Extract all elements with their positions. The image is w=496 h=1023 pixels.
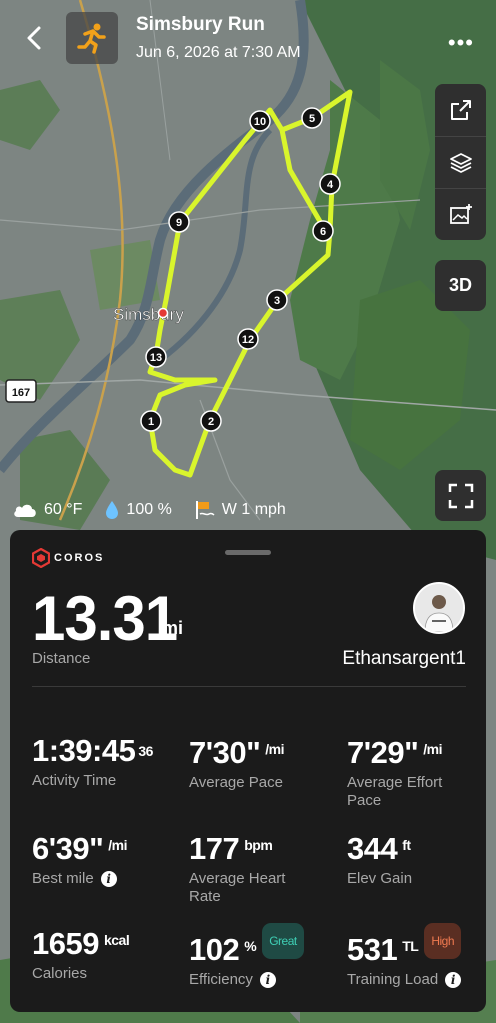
efficiency-badge: Great	[262, 923, 304, 959]
svg-text:12: 12	[242, 334, 254, 346]
svg-text:6: 6	[320, 226, 326, 238]
coros-logo-icon	[32, 548, 50, 568]
town-dot	[157, 307, 169, 319]
temperature: 60 °F	[44, 501, 83, 518]
route-167-shield: 167	[5, 379, 37, 403]
drag-handle[interactable]	[225, 550, 271, 555]
info-icon[interactable]: i	[445, 972, 462, 988]
stat-average-effort-pace: 7'29"/mi Average Effort Pace	[347, 735, 443, 810]
svg-text:5: 5	[309, 113, 315, 125]
humidity-icon	[106, 501, 119, 519]
svg-text:167: 167	[12, 387, 30, 399]
svg-text:10: 10	[254, 116, 266, 128]
marker-6: 6	[312, 220, 334, 242]
distance-unit: mi	[162, 618, 184, 638]
town-label: Simsbury	[113, 305, 184, 324]
image-add-icon	[449, 204, 472, 224]
username[interactable]: Ethansargent1	[342, 648, 466, 670]
chevron-left-icon	[27, 26, 41, 50]
add-photo-button[interactable]	[435, 188, 486, 241]
wind: W 1 mph	[221, 501, 286, 518]
marker-5: 5	[301, 107, 323, 129]
marker-9: 9	[168, 211, 190, 233]
fullscreen-icon	[448, 483, 473, 508]
more-options-button[interactable]: •••	[448, 30, 474, 56]
svg-text:2: 2	[208, 416, 214, 428]
stat-efficiency: 102% Great Efficiency i	[189, 923, 339, 989]
info-icon[interactable]: i	[100, 871, 117, 887]
marker-12: 12	[237, 328, 259, 350]
marker-2: 2	[200, 410, 222, 432]
svg-text:13: 13	[150, 352, 162, 364]
distance-label: Distance	[32, 650, 91, 667]
activity-datetime: Jun 6, 2026 at 7:30 AM	[136, 44, 301, 61]
share-icon	[450, 100, 471, 120]
stat-training-load: 531 TL High Training Load i	[347, 923, 482, 989]
3d-view-button[interactable]: 3D	[435, 260, 486, 311]
svg-text:1: 1	[148, 416, 154, 428]
training-load-badge: High	[424, 923, 462, 959]
user-photo	[415, 584, 463, 632]
divider	[32, 686, 466, 687]
svg-text:4: 4	[327, 179, 334, 191]
back-button[interactable]	[24, 24, 48, 52]
map-toolbar	[435, 84, 486, 240]
stat-average-heart-rate: 177 bpm Average Heart Rate	[189, 831, 286, 906]
svg-text:9: 9	[176, 217, 182, 229]
cloud-icon	[14, 504, 36, 517]
avatar[interactable]	[413, 582, 465, 634]
fullscreen-button[interactable]	[435, 470, 486, 521]
marker-3: 3	[266, 289, 288, 311]
marker-1: 1	[140, 410, 162, 432]
header: Simsbury Run Jun 6, 2026 at 7:30 AM •••	[0, 0, 496, 80]
run-activity-icon	[66, 12, 118, 64]
weather-bar: 60 °F 100 % W 1 mph	[12, 498, 308, 522]
stat-average-pace: 7'30"/mi Average Pace	[189, 735, 285, 792]
stat-best-mile: 6'39"/mi Best mile i	[32, 831, 128, 887]
info-icon[interactable]: i	[259, 972, 276, 988]
humidity: 100 %	[126, 501, 172, 518]
wind-flag-icon	[195, 501, 215, 519]
stat-calories: 1659 kcal Calories	[32, 926, 130, 983]
distance-value: 13.31	[32, 583, 178, 654]
coros-logo: COROS	[32, 548, 104, 568]
marker-10: 10	[249, 110, 271, 132]
marker-13: 13	[145, 346, 167, 368]
svg-text:3: 3	[274, 295, 280, 307]
marker-4: 4	[319, 173, 341, 195]
stat-activity-time: 1:39:45 36 Activity Time	[32, 733, 153, 790]
map-layers-button[interactable]	[435, 136, 486, 189]
activity-title: Simsbury Run	[136, 14, 265, 35]
activity-summary-panel: COROS 13.31 mi Distance Ethansargent1 1:…	[10, 530, 486, 1012]
layers-icon	[449, 153, 472, 173]
share-button[interactable]	[435, 84, 486, 136]
stat-elev-gain: 344 ft Elev Gain	[347, 831, 413, 888]
